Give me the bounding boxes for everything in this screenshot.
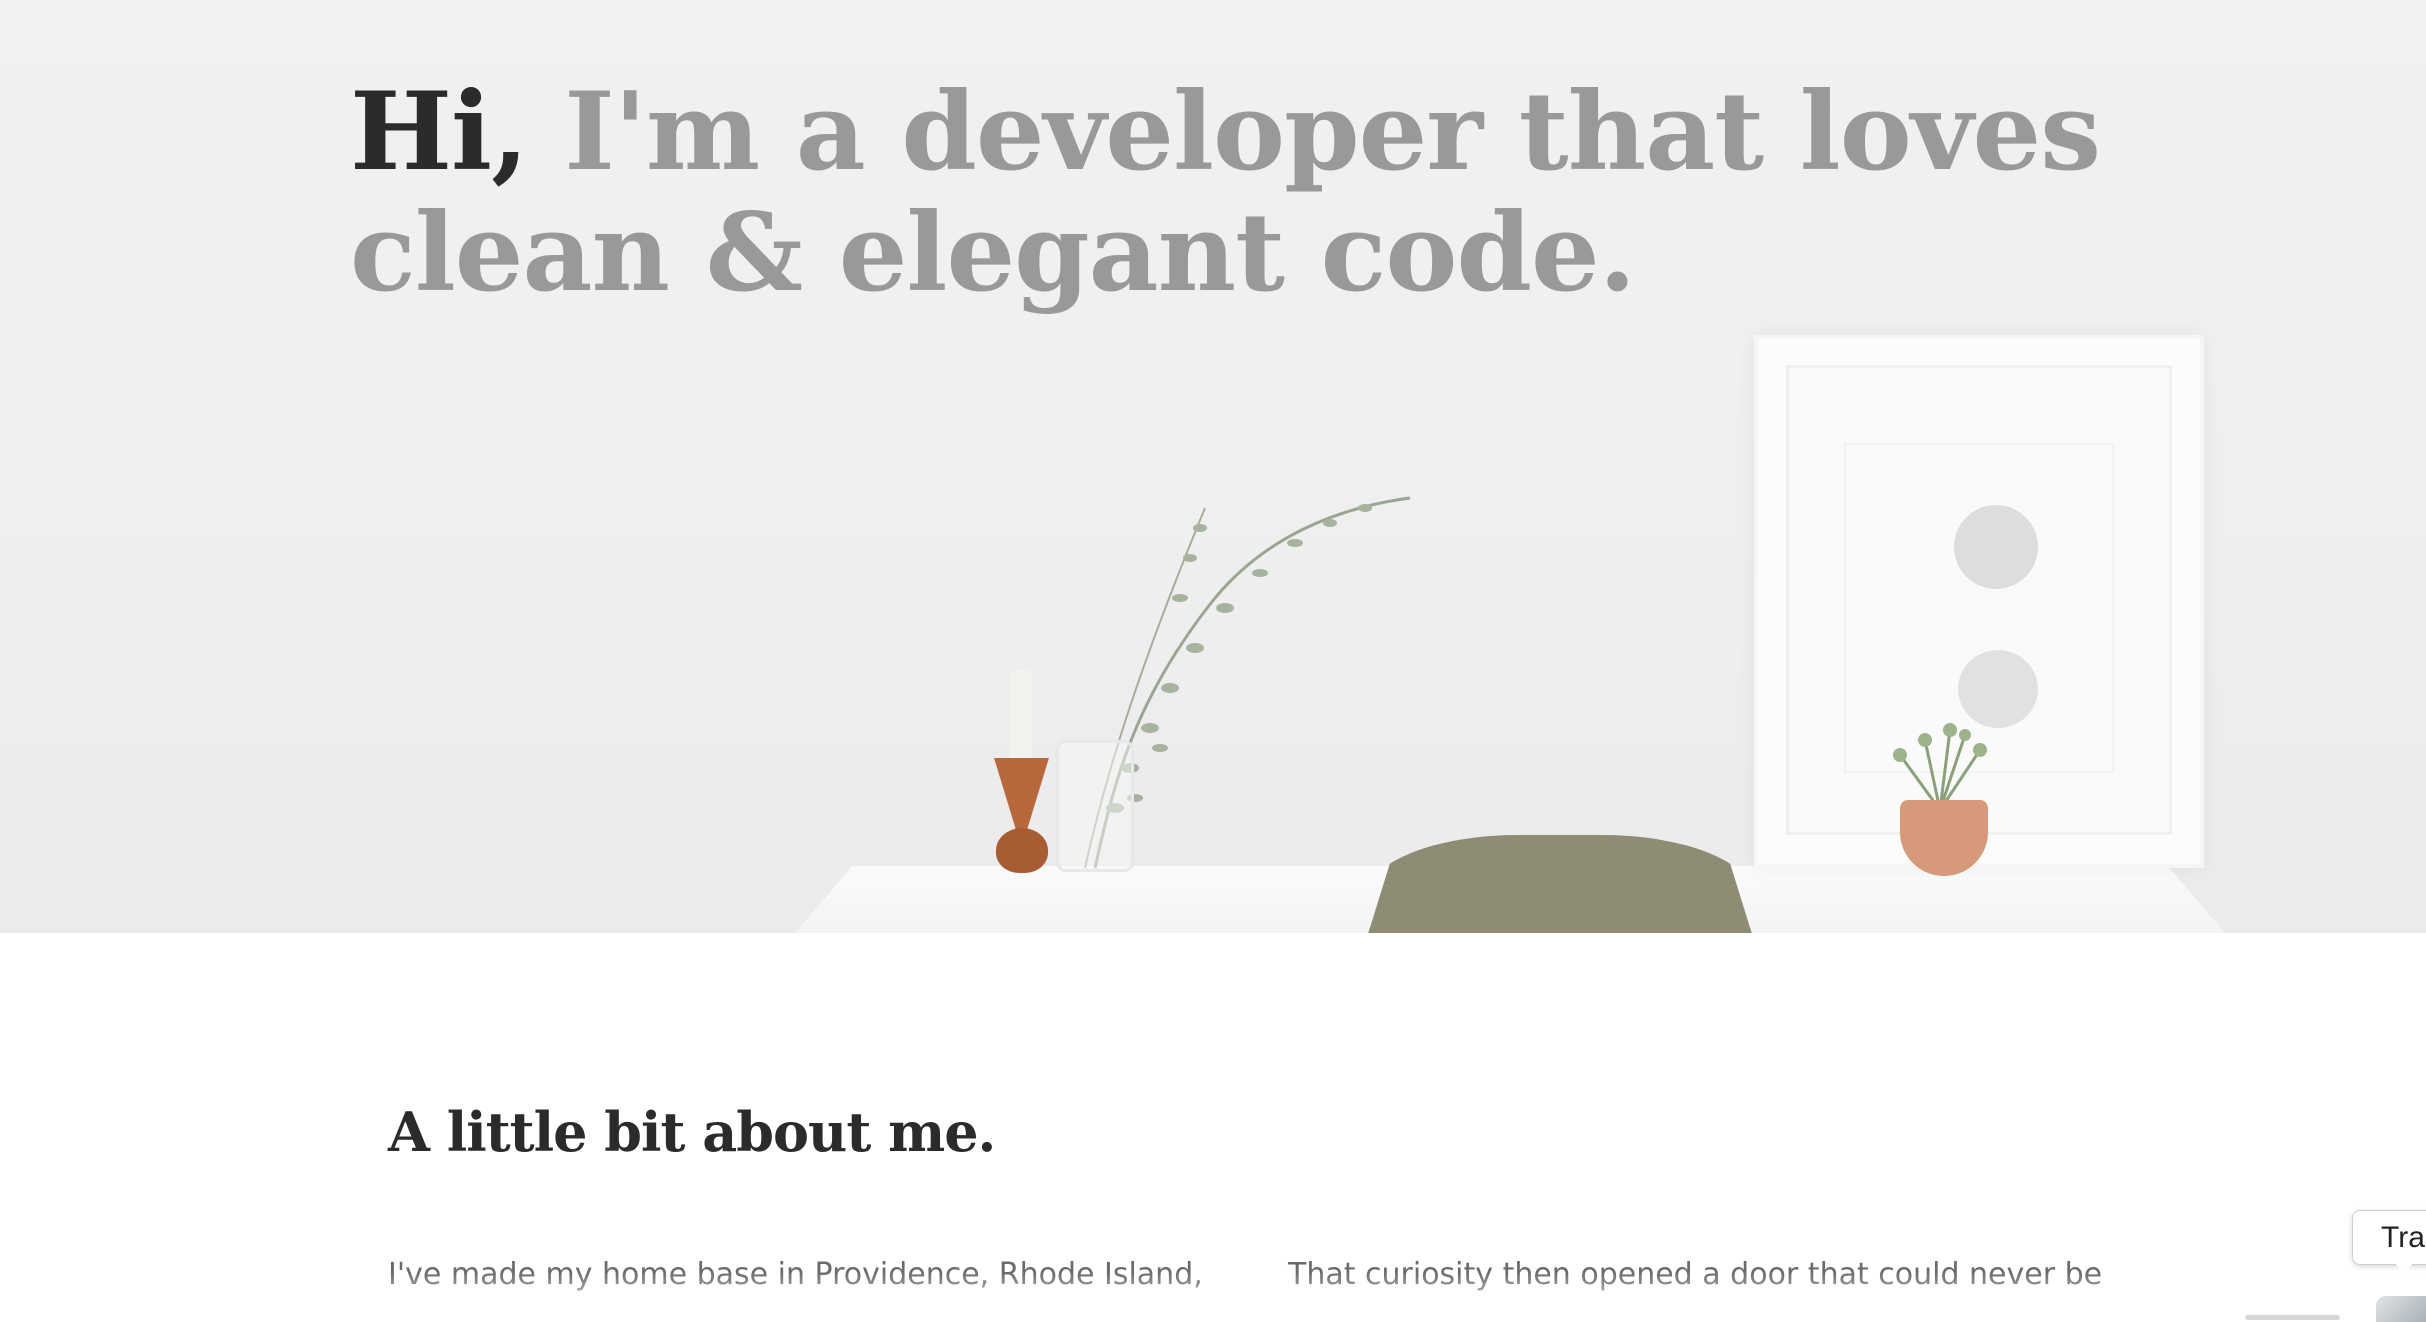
art-dot-bottom (1958, 650, 2038, 728)
hero-title-rest: I'm a developer that loves (527, 69, 2101, 195)
potted-plant-leaves (1893, 723, 1987, 810)
candle (1010, 670, 1032, 760)
hero-greeting: Hi (350, 69, 492, 195)
glass-vase (1056, 740, 1134, 872)
hero-title: Hi, I'm a developer that loves clean & e… (350, 69, 2101, 316)
about-heading: A little bit about me. (388, 1100, 996, 1164)
dock-separator (2245, 1315, 2340, 1320)
tooltip-tail (2394, 1262, 2414, 1274)
candle-holder-base (996, 828, 1048, 873)
hero-comma: , (491, 69, 529, 195)
chair (1368, 835, 1752, 933)
dock-tooltip: Trash (2352, 1210, 2426, 1265)
hero-title-line-1: Hi, I'm a developer that loves (350, 69, 2101, 195)
candle-holder-top (994, 758, 1049, 830)
bottom-fade (0, 1272, 2426, 1322)
hero-title-line-2: clean & elegant code. (350, 190, 1636, 316)
art-dot-top (1954, 505, 2038, 589)
hero-section: Hi, I'm a developer that loves clean & e… (0, 0, 2426, 933)
trash-icon[interactable] (2376, 1296, 2426, 1322)
